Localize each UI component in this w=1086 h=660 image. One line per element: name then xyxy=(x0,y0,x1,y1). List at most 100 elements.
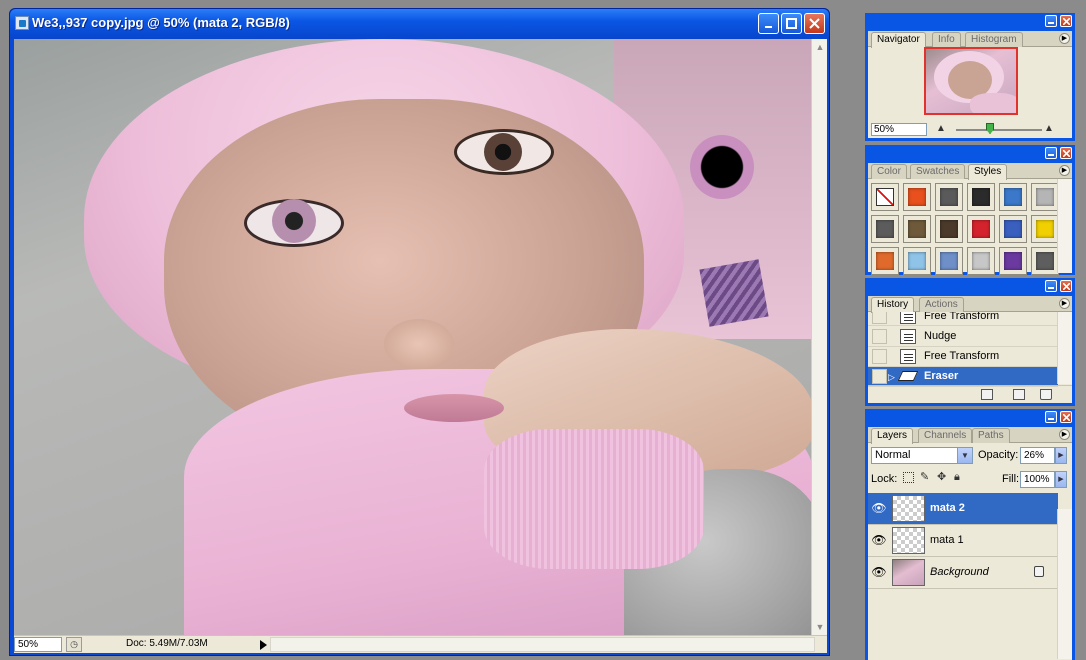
navigator-zoom-slider[interactable] xyxy=(956,129,1042,131)
new-document-from-state-icon[interactable] xyxy=(981,389,993,400)
scroll-down-icon[interactable]: ▼ xyxy=(814,621,826,633)
tab-swatches[interactable]: Swatches xyxy=(910,164,966,179)
palette-minimize-button[interactable] xyxy=(1045,411,1057,423)
zoom-in-icon[interactable]: ▲ xyxy=(1044,123,1054,134)
style-swatch[interactable] xyxy=(871,215,899,243)
history-scrollbar[interactable] xyxy=(1057,312,1072,384)
close-icon xyxy=(1062,282,1070,290)
scroll-up-icon[interactable]: ▲ xyxy=(814,41,826,53)
style-swatch[interactable] xyxy=(999,215,1027,243)
zoom-field[interactable]: 50% xyxy=(14,637,62,652)
layers-tabs: Layers Channels Paths ▶ xyxy=(868,427,1072,444)
layer-row-background[interactable]: 👁︎ Background xyxy=(868,557,1058,589)
layer-name: Background xyxy=(930,566,989,578)
history-item[interactable]: Free Transform xyxy=(868,347,1058,367)
chevron-down-icon[interactable]: ▼ xyxy=(957,448,972,463)
layer-name: mata 2 xyxy=(930,502,965,514)
eye-icon[interactable]: 👁︎ xyxy=(871,564,887,580)
zoom-out-icon[interactable]: ▲ xyxy=(936,123,946,134)
history-footer xyxy=(868,385,1072,403)
eye-icon[interactable]: 👁︎ xyxy=(871,500,887,516)
palette-minimize-button[interactable] xyxy=(1045,147,1057,159)
tab-styles[interactable]: Styles xyxy=(968,164,1008,180)
tab-info[interactable]: Info xyxy=(932,32,961,47)
tab-history[interactable]: History xyxy=(871,297,915,313)
tab-navigator[interactable]: Navigator xyxy=(871,32,926,48)
image-canvas[interactable] xyxy=(14,39,811,635)
style-swatch[interactable] xyxy=(1031,215,1059,243)
palette-close-button[interactable] xyxy=(1060,147,1072,159)
palette-close-button[interactable] xyxy=(1060,15,1072,27)
style-swatch[interactable] xyxy=(903,247,931,275)
status-menu-arrow-icon[interactable] xyxy=(260,640,267,650)
status-refresh-icon[interactable]: ◷ xyxy=(66,637,82,652)
history-snapshot-box[interactable] xyxy=(872,369,887,384)
history-state-arrow-icon: ▷ xyxy=(888,372,895,382)
palette-minimize-button[interactable] xyxy=(1045,15,1057,27)
styles-scrollbar[interactable] xyxy=(1057,179,1072,273)
tab-histogram[interactable]: Histogram xyxy=(965,32,1023,47)
history-item-label: Free Transform xyxy=(924,350,1000,362)
style-swatch[interactable] xyxy=(935,247,963,275)
layer-row-mata-1[interactable]: 👁︎ mata 1 xyxy=(868,525,1058,557)
layer-row-mata-2[interactable]: 👁︎ mata 2 xyxy=(868,493,1058,525)
minimize-button[interactable] xyxy=(758,13,779,34)
style-swatch[interactable] xyxy=(1031,183,1059,211)
tab-paths[interactable]: Paths xyxy=(972,428,1010,443)
document-title-bar[interactable]: We3,,937 copy.jpg @ 50% (mata 2, RGB/8) xyxy=(10,9,829,39)
lock-transparency-icon[interactable] xyxy=(903,472,914,483)
style-swatch[interactable] xyxy=(999,247,1027,275)
style-swatch[interactable] xyxy=(871,247,899,275)
horizontal-scrollbar[interactable] xyxy=(270,637,815,652)
new-snapshot-icon[interactable] xyxy=(1013,389,1025,400)
fill-arrow-icon[interactable]: ▶ xyxy=(1055,471,1067,488)
palette-close-button[interactable] xyxy=(1060,280,1072,292)
layers-scrollbar[interactable] xyxy=(1057,509,1072,659)
lock-move-icon[interactable]: ✥ xyxy=(937,472,948,483)
history-item[interactable]: Free Transform xyxy=(868,312,1058,326)
history-snapshot-box[interactable] xyxy=(872,349,887,364)
lock-all-icon[interactable]: 🔒︎ xyxy=(954,472,965,483)
no-style-icon xyxy=(876,188,894,206)
style-swatch[interactable] xyxy=(967,247,995,275)
blend-mode-select[interactable]: Normal ▼ xyxy=(871,447,973,464)
opacity-field[interactable]: 26% xyxy=(1020,447,1055,464)
style-swatch[interactable] xyxy=(935,215,963,243)
style-swatch[interactable] xyxy=(967,215,995,243)
style-swatch[interactable] xyxy=(967,183,995,211)
style-swatch[interactable] xyxy=(935,183,963,211)
history-item-selected[interactable]: ▷ Eraser xyxy=(868,367,1058,387)
palette-menu-icon[interactable]: ▶ xyxy=(1059,298,1070,309)
maximize-button[interactable] xyxy=(781,13,802,34)
palette-minimize-button[interactable] xyxy=(1045,280,1057,292)
lens-overlay[interactable] xyxy=(690,135,754,199)
eye-icon[interactable]: 👁︎ xyxy=(871,532,887,548)
history-snapshot-box[interactable] xyxy=(872,312,887,324)
close-button[interactable] xyxy=(804,13,825,34)
style-swatch[interactable] xyxy=(903,183,931,211)
navigator-palette: Navigator Info Histogram ▶ 50% ▲ ▲ xyxy=(865,13,1075,141)
styles-grid xyxy=(871,183,1061,275)
vertical-scrollbar[interactable]: ▲ ▼ xyxy=(811,39,827,635)
tab-channels[interactable]: Channels xyxy=(918,428,973,443)
navigator-thumbnail[interactable] xyxy=(924,47,1018,115)
style-swatch[interactable] xyxy=(903,215,931,243)
palette-menu-icon[interactable]: ▶ xyxy=(1059,429,1070,440)
history-item[interactable]: Nudge xyxy=(868,327,1058,347)
history-snapshot-box[interactable] xyxy=(872,329,887,344)
palette-menu-icon[interactable]: ▶ xyxy=(1059,33,1070,44)
tab-layers[interactable]: Layers xyxy=(871,428,914,444)
opacity-arrow-icon[interactable]: ▶ xyxy=(1055,447,1067,464)
palette-close-button[interactable] xyxy=(1060,411,1072,423)
fill-field[interactable]: 100% xyxy=(1020,471,1055,488)
lock-paint-icon[interactable]: ✎ xyxy=(920,472,931,483)
trash-icon[interactable] xyxy=(1040,389,1052,400)
tab-color[interactable]: Color xyxy=(871,164,907,179)
navigator-zoom-field[interactable]: 50% xyxy=(871,123,927,136)
style-swatch[interactable] xyxy=(999,183,1027,211)
tab-actions[interactable]: Actions xyxy=(919,297,964,312)
style-swatch[interactable] xyxy=(1031,247,1059,275)
style-swatch[interactable] xyxy=(871,183,899,211)
zoom-slider-handle[interactable] xyxy=(986,123,994,134)
palette-menu-icon[interactable]: ▶ xyxy=(1059,165,1070,176)
